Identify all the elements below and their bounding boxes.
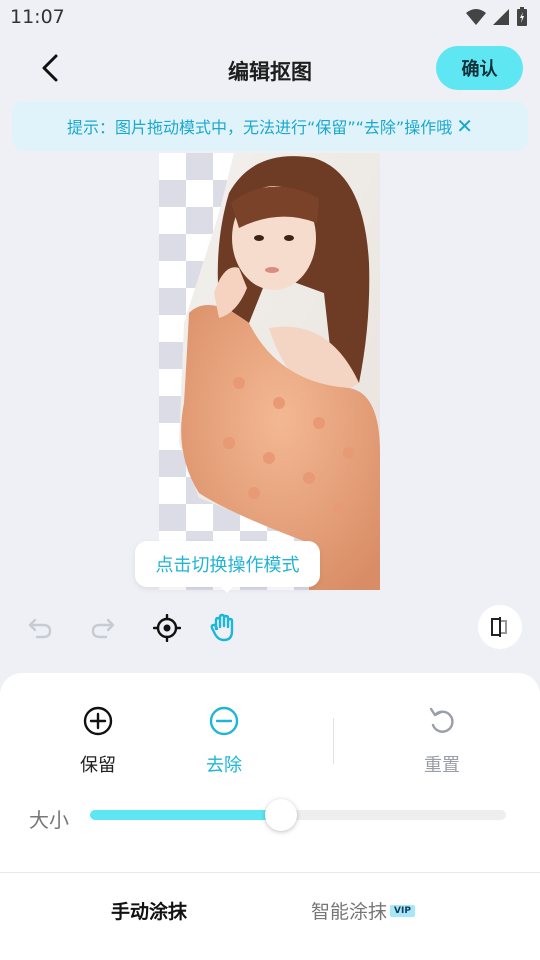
locate-icon	[153, 614, 181, 642]
tabs-divider	[0, 872, 540, 873]
battery-icon	[517, 7, 527, 26]
mode-divider	[333, 718, 334, 764]
status-icons	[466, 7, 528, 27]
tab-manual-label: 手动涂抹	[111, 901, 188, 923]
remove-label: 去除	[206, 755, 242, 776]
edit-canvas[interactable]	[159, 153, 380, 590]
compare-icon	[491, 617, 507, 637]
wifi-icon	[466, 9, 486, 25]
reset-button[interactable]: 重置	[397, 705, 487, 777]
hand-drag-button[interactable]	[206, 610, 242, 646]
redo-icon	[91, 618, 115, 639]
hint-text: 提示：图片拖动模式中，无法进行“保留”“去除”操作哦	[67, 118, 453, 137]
locate-button[interactable]	[149, 610, 185, 646]
status-bar	[0, 0, 540, 36]
close-icon[interactable]: ✕	[456, 114, 473, 138]
remove-button[interactable]: 去除	[179, 705, 269, 777]
vip-badge: VIP	[390, 904, 415, 917]
confirm-button[interactable]: 确认	[436, 46, 523, 90]
keep-label: 保留	[80, 755, 116, 776]
hint-banner: 提示：图片拖动模式中，无法进行“保留”“去除”操作哦 ✕	[12, 101, 528, 151]
signal-icon	[493, 9, 509, 25]
status-time: 11:07	[10, 6, 65, 28]
redo-button[interactable]	[85, 610, 121, 646]
mode-switch-tooltip: 点击切换操作模式	[135, 541, 320, 587]
keep-button[interactable]: 保留	[53, 705, 143, 777]
brush-size-label: 大小	[29, 808, 69, 832]
minus-circle-icon	[209, 706, 239, 736]
tab-smart-label: 智能涂抹	[311, 901, 388, 923]
cutout-photo	[179, 153, 380, 590]
reset-icon	[429, 707, 454, 733]
tooltip-arrow	[219, 585, 235, 593]
plus-circle-icon	[83, 706, 113, 736]
tab-manual-brush[interactable]: 手动涂抹	[111, 897, 187, 924]
undo-icon	[28, 618, 52, 639]
compare-button[interactable]	[478, 605, 522, 649]
reset-label: 重置	[424, 755, 460, 776]
brush-size-slider-fill	[90, 810, 282, 820]
tab-smart-brush[interactable]: 智能涂抹 VIP	[311, 897, 415, 924]
hand-drag-icon	[210, 613, 234, 642]
undo-button[interactable]	[22, 610, 58, 646]
